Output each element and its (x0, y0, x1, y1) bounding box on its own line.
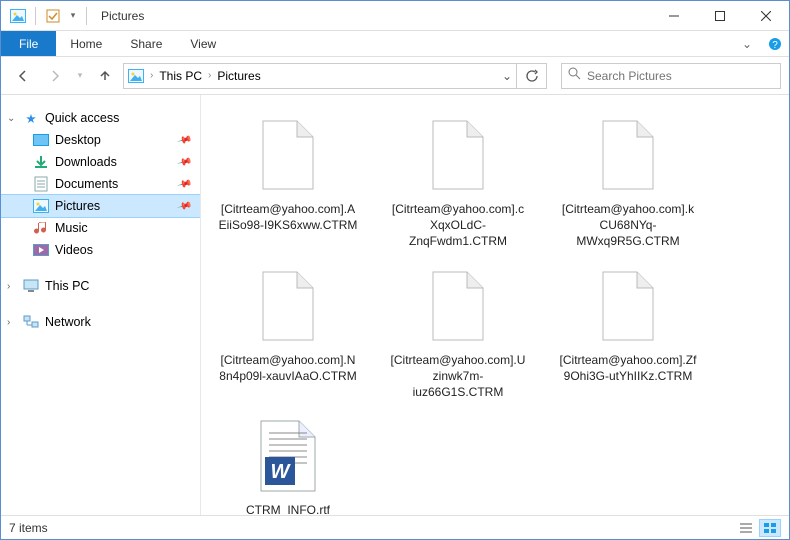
pin-icon: 📌 (176, 176, 192, 192)
sidebar-item-desktop[interactable]: Desktop 📌 (1, 129, 200, 151)
sidebar-label: Network (45, 315, 91, 329)
pictures-icon (33, 198, 49, 214)
breadcrumb-segment[interactable]: Pictures (217, 69, 260, 83)
statusbar: 7 items (1, 515, 789, 539)
qat-dropdown-icon[interactable]: ▾ (66, 5, 80, 27)
sidebar-item-label: Pictures (55, 199, 100, 213)
file-item[interactable]: [Citrteam@yahoo.com].AEiiSo98-I9KS6xww.C… (213, 115, 363, 250)
window-title: Pictures (97, 9, 144, 23)
file-item[interactable]: [Citrteam@yahoo.com].N8n4p09l-xauvIAaO.C… (213, 266, 363, 401)
sidebar-item-documents[interactable]: Documents 📌 (1, 173, 200, 195)
file-name-label: [Citrteam@yahoo.com].kCU68NYq-MWxq9R5G.C… (558, 201, 698, 250)
navigation-pane: ⌄ ★ Quick access Desktop📌Downloads📌Docum… (1, 95, 201, 515)
chevron-right-icon: › (7, 281, 17, 292)
ribbon-expand-button[interactable]: ⌄ (733, 31, 761, 56)
file-list[interactable]: [Citrteam@yahoo.com].AEiiSo98-I9KS6xww.C… (201, 95, 789, 515)
maximize-button[interactable] (697, 1, 743, 31)
tab-share[interactable]: Share (116, 31, 176, 56)
blank-file-icon (592, 266, 664, 346)
file-item[interactable]: [Citrteam@yahoo.com].kCU68NYq-MWxq9R5G.C… (553, 115, 703, 250)
file-name-label: CTRM_INFO.rtf (246, 502, 330, 515)
sidebar-item-pictures[interactable]: Pictures 📌 (1, 195, 200, 217)
search-box[interactable] (561, 63, 781, 89)
star-icon: ★ (23, 110, 39, 126)
pictures-icon (7, 5, 29, 27)
music-icon (33, 220, 49, 236)
file-name-label: [Citrteam@yahoo.com].AEiiSo98-I9KS6xww.C… (218, 201, 358, 233)
file-explorer-window: ▾ Pictures File Home Share View ⌄ ? ▾ › (0, 0, 790, 540)
chevron-right-icon[interactable]: › (150, 70, 153, 81)
breadcrumb-dropdown[interactable]: ⌄ (502, 69, 512, 83)
blank-file-icon (422, 266, 494, 346)
recent-dropdown[interactable]: ▾ (73, 62, 87, 90)
pc-icon (23, 278, 39, 294)
separator (86, 7, 87, 25)
blank-file-icon (252, 266, 324, 346)
navbar: ▾ › This PC › Pictures ⌄ (1, 57, 789, 95)
help-button[interactable]: ? (761, 31, 789, 56)
details-view-button[interactable] (735, 519, 757, 537)
search-input[interactable] (587, 69, 774, 83)
sidebar-item-label: Music (55, 221, 88, 235)
search-icon (568, 67, 581, 85)
sidebar-item-quick-access[interactable]: ⌄ ★ Quick access (1, 107, 200, 129)
tab-view[interactable]: View (176, 31, 230, 56)
desktop-icon (33, 132, 49, 148)
svg-text:W: W (271, 461, 292, 483)
pin-icon: 📌 (176, 198, 192, 214)
tab-home[interactable]: Home (56, 31, 116, 56)
item-count-label: 7 items (9, 521, 48, 535)
breadcrumb-segment[interactable]: This PC (159, 69, 202, 83)
sidebar-item-downloads[interactable]: Downloads 📌 (1, 151, 200, 173)
blank-file-icon (422, 115, 494, 195)
forward-button[interactable] (41, 62, 69, 90)
sidebar-item-music[interactable]: Music (1, 217, 200, 239)
icons-view-button[interactable] (759, 519, 781, 537)
minimize-button[interactable] (651, 1, 697, 31)
separator (35, 7, 36, 25)
sidebar-label: Quick access (45, 111, 119, 125)
refresh-button[interactable] (517, 63, 547, 89)
blank-file-icon (592, 115, 664, 195)
file-name-label: [Citrteam@yahoo.com].N8n4p09l-xauvIAaO.C… (218, 352, 358, 384)
chevron-right-icon: › (7, 317, 17, 328)
back-button[interactable] (9, 62, 37, 90)
documents-icon (33, 176, 49, 192)
word-file-icon: W (252, 416, 324, 496)
file-item[interactable]: [Citrteam@yahoo.com].Uzinwk7m-iuz66G1S.C… (383, 266, 533, 401)
sidebar-label: This PC (45, 279, 89, 293)
file-name-label: [Citrteam@yahoo.com].Uzinwk7m-iuz66G1S.C… (388, 352, 528, 401)
breadcrumb[interactable]: › This PC › Pictures ⌄ (123, 63, 517, 89)
sidebar-item-label: Documents (55, 177, 118, 191)
close-button[interactable] (743, 1, 789, 31)
sidebar-item-label: Videos (55, 243, 93, 257)
ribbon: File Home Share View ⌄ ? (1, 31, 789, 57)
sidebar-item-this-pc[interactable]: › This PC (1, 275, 200, 297)
file-item[interactable]: [Citrteam@yahoo.com].cXqxOLdC-ZnqFwdm1.C… (383, 115, 533, 250)
up-button[interactable] (91, 62, 119, 90)
file-item[interactable]: [Citrteam@yahoo.com].Zf9Ohi3G-utYhIIKz.C… (553, 266, 703, 401)
pin-icon: 📌 (176, 154, 192, 170)
downloads-icon (33, 154, 49, 170)
sidebar-item-label: Desktop (55, 133, 101, 147)
titlebar: ▾ Pictures (1, 1, 789, 31)
file-name-label: [Citrteam@yahoo.com].cXqxOLdC-ZnqFwdm1.C… (388, 201, 528, 250)
network-icon (23, 314, 39, 330)
file-tab[interactable]: File (1, 31, 56, 56)
sidebar-item-videos[interactable]: Videos (1, 239, 200, 261)
sidebar-item-network[interactable]: › Network (1, 311, 200, 333)
videos-icon (33, 242, 49, 258)
file-name-label: [Citrteam@yahoo.com].Zf9Ohi3G-utYhIIKz.C… (558, 352, 698, 384)
file-item[interactable]: W CTRM_INFO.rtf (213, 416, 363, 515)
blank-file-icon (252, 115, 324, 195)
chevron-right-icon[interactable]: › (208, 70, 211, 81)
chevron-down-icon: ⌄ (7, 113, 17, 124)
pictures-icon (128, 69, 144, 83)
qat-props-icon[interactable] (42, 5, 64, 27)
svg-text:?: ? (772, 40, 778, 51)
pin-icon: 📌 (176, 132, 192, 148)
sidebar-item-label: Downloads (55, 155, 117, 169)
